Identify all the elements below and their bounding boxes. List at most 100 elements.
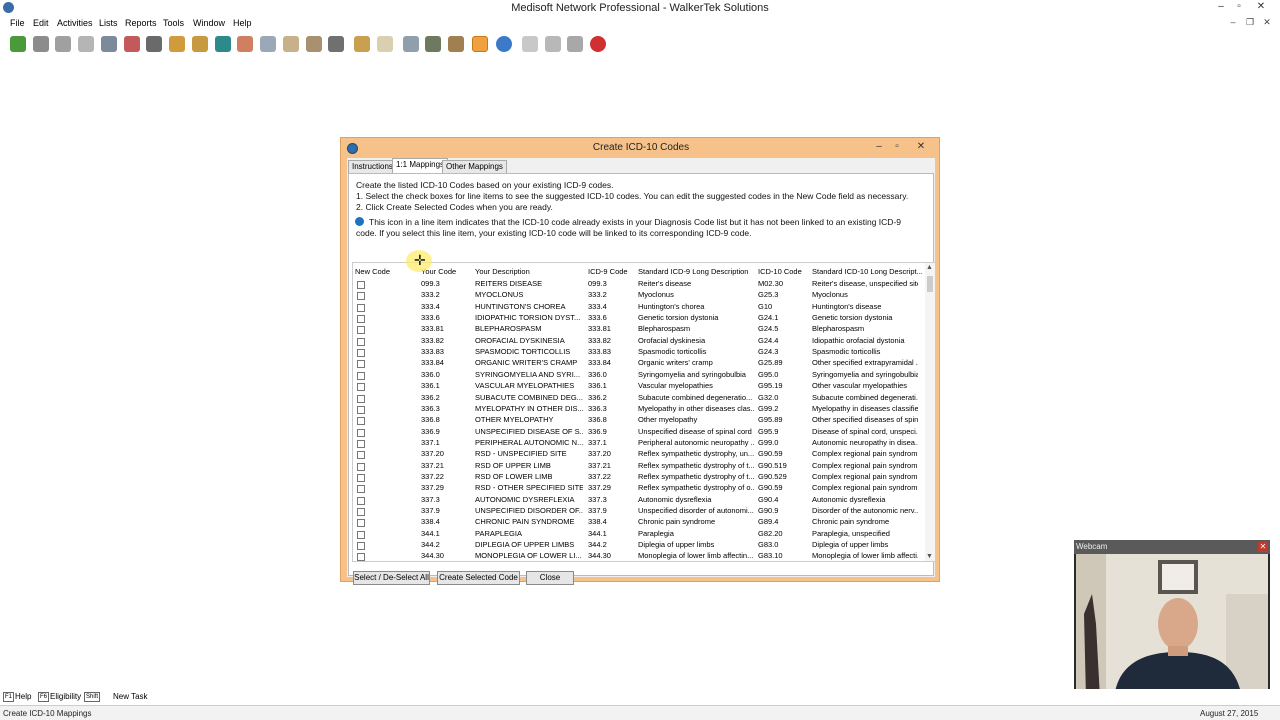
toolbar-cabinet-icon[interactable]: [146, 36, 162, 52]
key-f6[interactable]: F6: [38, 692, 50, 702]
toolbar-hand-icon[interactable]: [283, 36, 299, 52]
toolbar-document-icon[interactable]: [377, 36, 393, 52]
row-checkbox[interactable]: [357, 349, 365, 358]
row-checkbox[interactable]: [357, 542, 365, 551]
toolbar-book-icon[interactable]: [328, 36, 344, 52]
toolbar-link-icon[interactable]: [425, 36, 441, 52]
col-header-your-description[interactable]: Your Description: [475, 267, 530, 276]
toolbar-tools-icon[interactable]: [403, 36, 419, 52]
toolbar-report-icon[interactable]: [306, 36, 322, 52]
col-header-icd10-description[interactable]: Standard ICD-10 Long Descript...: [812, 267, 923, 276]
table-row[interactable]: 333.81 BLEPHAROSPASM 333.81 Blepharospasm G2…: [353, 324, 927, 335]
key-shift[interactable]: Shift: [84, 692, 101, 702]
table-row[interactable]: 333.2 MYOCLONUS 333.2 Myoclonus G25.3 Myoclon…: [353, 290, 927, 301]
row-checkbox[interactable]: [357, 519, 365, 528]
row-checkbox[interactable]: [357, 530, 365, 539]
row-checkbox[interactable]: [357, 485, 365, 494]
table-row[interactable]: 333.6 IDIOPATHIC TORSION DYST... 333.6 Gene…: [353, 313, 927, 324]
row-checkbox[interactable]: [357, 315, 365, 324]
table-row[interactable]: 099.3 REITERS DISEASE 099.3 Reiter's diseas…: [353, 279, 927, 290]
col-header-icd10-code[interactable]: ICD-10 Code: [758, 267, 802, 276]
menu-window[interactable]: Window: [193, 18, 225, 28]
toolbar-print-icon[interactable]: [567, 36, 583, 52]
table-row[interactable]: 336.0 SYRINGOMYELIA AND SYRI... 336.0 Syrin…: [353, 370, 927, 381]
row-checkbox[interactable]: [357, 462, 365, 471]
row-checkbox[interactable]: [357, 473, 365, 482]
webcam-close-icon[interactable]: ✕: [1258, 542, 1268, 552]
row-checkbox[interactable]: [357, 417, 365, 426]
row-checkbox[interactable]: [357, 508, 365, 516]
key-f1-label[interactable]: Help: [15, 692, 31, 701]
col-header-new-code[interactable]: New Code: [355, 267, 390, 276]
table-row[interactable]: 336.2 SUBACUTE COMBINED DEG... 336.2 Subacu…: [353, 393, 927, 404]
toolbar-transaction-icon[interactable]: [10, 36, 26, 52]
toolbar-claim-icon[interactable]: [33, 36, 49, 52]
row-checkbox[interactable]: [357, 360, 365, 369]
table-row[interactable]: 333.83 SPASMODIC TORTICOLLIS 333.83 Spasmod…: [353, 347, 927, 358]
menu-help[interactable]: Help: [233, 18, 252, 28]
table-row[interactable]: 336.9 UNSPECIFIED DISEASE OF S... 336.9 Uns…: [353, 427, 927, 438]
toolbar-search-icon[interactable]: [260, 36, 276, 52]
col-header-icd9-description[interactable]: Standard ICD-9 Long Description: [638, 267, 748, 276]
toolbar-group-icon[interactable]: [354, 36, 370, 52]
toolbar-exit-icon[interactable]: [590, 36, 606, 52]
tab-one-to-one-mappings[interactable]: 1:1 Mappings: [392, 158, 449, 174]
minimize-button[interactable]: –: [1213, 1, 1229, 12]
toolbar-people-icon[interactable]: [192, 36, 208, 52]
row-checkbox[interactable]: [357, 337, 365, 346]
table-row[interactable]: 333.4 HUNTINGTON'S CHOREA 333.4 Huntington'…: [353, 302, 927, 313]
toolbar-insurance-icon[interactable]: [215, 36, 231, 52]
table-row[interactable]: 336.1 VASCULAR MYELOPATHIES 336.1 Vascular …: [353, 381, 927, 392]
table-row[interactable]: 338.4 CHRONIC PAIN SYNDROME 338.4 Chronic p…: [353, 517, 927, 528]
row-checkbox[interactable]: [357, 281, 365, 289]
row-checkbox[interactable]: [357, 326, 365, 335]
tab-instructions[interactable]: Instructions: [348, 160, 397, 173]
scroll-up-icon[interactable]: ▲: [926, 264, 933, 271]
menu-tools[interactable]: Tools: [163, 18, 184, 28]
toolbar-statement-icon[interactable]: [55, 36, 71, 52]
grid-scrollbar[interactable]: ▲ ▼: [925, 263, 935, 561]
table-row[interactable]: 336.8 OTHER MYELOPATHY 336.8 Other myelopat…: [353, 415, 927, 426]
menu-reports[interactable]: Reports: [125, 18, 157, 28]
table-row[interactable]: 337.29 RSD - OTHER SPECIFIED SITE 337.29 Re…: [353, 483, 927, 494]
key-f1[interactable]: F1: [3, 692, 15, 702]
col-header-icd9-code[interactable]: ICD-9 Code: [588, 267, 628, 276]
toolbar-bag-icon[interactable]: [448, 36, 464, 52]
row-checkbox[interactable]: [357, 451, 365, 460]
close-window-button[interactable]: ✕: [1253, 1, 1269, 12]
table-row[interactable]: 344.1 PARAPLEGIA 344.1 Paraplegia G82.20 Para…: [353, 529, 927, 540]
mdi-close-button[interactable]: ✕: [1260, 17, 1274, 28]
scroll-down-icon[interactable]: ▼: [926, 553, 933, 560]
toolbar-list-icon[interactable]: [522, 36, 538, 52]
mdi-restore-button[interactable]: ❐: [1243, 17, 1257, 28]
create-selected-code-button[interactable]: Create Selected Code: [437, 571, 520, 585]
table-row[interactable]: 337.9 UNSPECIFIED DISORDER OF... 337.9 Unsp…: [353, 506, 927, 517]
row-checkbox[interactable]: [357, 371, 365, 380]
dialog-minimize-button[interactable]: –: [872, 141, 886, 152]
menu-lists[interactable]: Lists: [99, 18, 118, 28]
toolbar-notes-icon[interactable]: [545, 36, 561, 52]
table-row[interactable]: 344.30 MONOPLEGIA OF LOWER LI... 344.30 Mon…: [353, 551, 927, 561]
toolbar-procedure-icon[interactable]: [237, 36, 253, 52]
tab-other-mappings[interactable]: Other Mappings: [442, 160, 507, 173]
row-checkbox[interactable]: [357, 496, 365, 505]
table-row[interactable]: 344.2 DIPLEGIA OF UPPER LIMBS 344.2 Diplegi…: [353, 540, 927, 551]
row-checkbox[interactable]: [357, 292, 365, 301]
row-checkbox[interactable]: [357, 405, 365, 414]
menu-file[interactable]: File: [10, 18, 25, 28]
table-row[interactable]: 337.22 RSD OF LOWER LIMB 337.22 Reflex symp…: [353, 472, 927, 483]
row-checkbox[interactable]: [357, 394, 365, 403]
table-row[interactable]: 337.21 RSD OF UPPER LIMB 337.21 Reflex symp…: [353, 461, 927, 472]
table-row[interactable]: 333.84 ORGANIC WRITER'S CRAMP 333.84 Organi…: [353, 358, 927, 369]
toolbar-appointment-icon[interactable]: [101, 36, 117, 52]
table-row[interactable]: 333.82 OROFACIAL DYSKINESIA 333.82 Orofacia…: [353, 336, 927, 347]
table-row[interactable]: 337.20 RSD - UNSPECIFIED SITE 337.20 Reflex…: [353, 449, 927, 460]
row-checkbox[interactable]: [357, 303, 365, 312]
row-checkbox[interactable]: [357, 383, 365, 392]
close-button[interactable]: Close: [526, 571, 574, 585]
select-deselect-all-button[interactable]: Select / De-Select All: [353, 571, 430, 585]
row-checkbox[interactable]: [357, 439, 365, 448]
key-shift-label[interactable]: New Task: [113, 692, 148, 701]
menu-activities[interactable]: Activities: [57, 18, 93, 28]
table-row[interactable]: 337.1 PERIPHERAL AUTONOMIC N... 337.1 Perip…: [353, 438, 927, 449]
